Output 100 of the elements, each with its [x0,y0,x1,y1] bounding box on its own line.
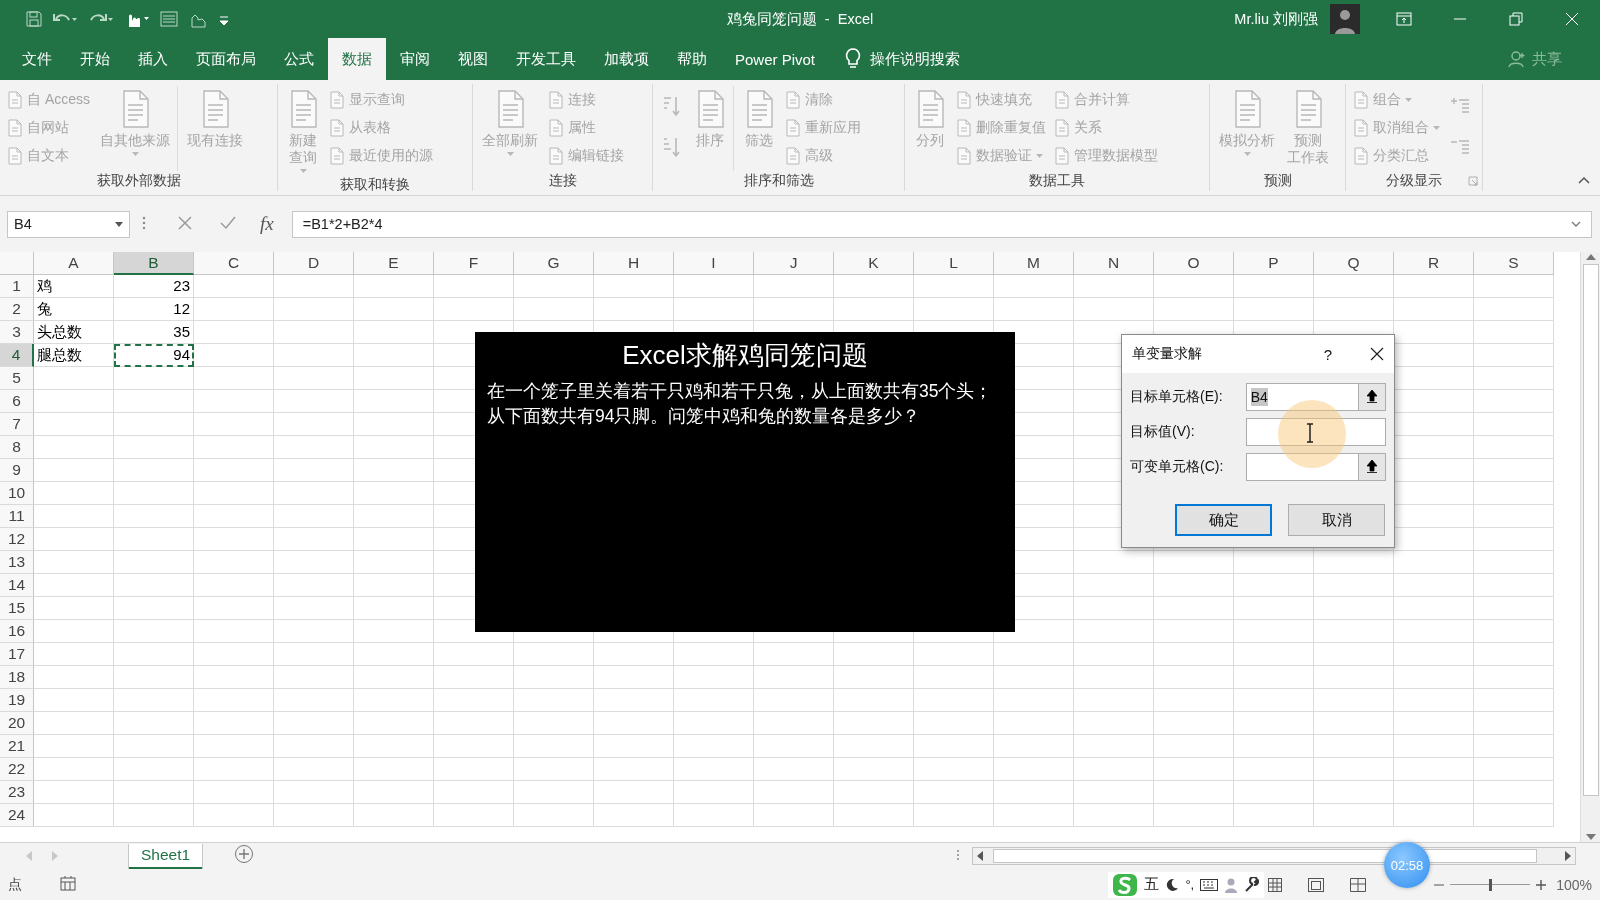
spreadsheet-cell[interactable] [354,804,434,827]
spreadsheet-cell[interactable] [274,712,354,735]
spreadsheet-cell[interactable] [1394,689,1474,712]
spreadsheet-cell[interactable] [194,712,274,735]
spreadsheet-cell[interactable] [514,804,594,827]
spreadsheet-cell[interactable] [194,298,274,321]
spreadsheet-cell[interactable] [1314,597,1394,620]
row-header[interactable]: 20 [0,712,34,735]
zoom-in-icon[interactable] [1536,879,1547,890]
row-header[interactable]: 13 [0,551,34,574]
spreadsheet-cell[interactable] [1074,712,1154,735]
spreadsheet-cell[interactable] [994,689,1074,712]
spreadsheet-cell[interactable] [34,666,114,689]
spreadsheet-cell[interactable] [514,689,594,712]
restore-icon[interactable] [1509,12,1523,26]
spreadsheet-cell[interactable] [114,735,194,758]
spreadsheet-cell[interactable] [1474,298,1554,321]
name-box[interactable]: B4 [7,210,130,238]
spreadsheet-cell[interactable] [1234,597,1314,620]
ribbon-tab[interactable]: 页面布局 [182,38,270,80]
spreadsheet-cell[interactable] [594,804,674,827]
row-header[interactable]: 9 [0,459,34,482]
spreadsheet-cell[interactable] [354,413,434,436]
spreadsheet-cell[interactable] [1474,551,1554,574]
spreadsheet-cell[interactable] [1074,804,1154,827]
spreadsheet-cell[interactable] [34,413,114,436]
spreadsheet-cell[interactable] [34,459,114,482]
row-header[interactable]: 8 [0,436,34,459]
spreadsheet-cell[interactable] [1074,643,1154,666]
spreadsheet-cell[interactable] [1394,551,1474,574]
spreadsheet-cell[interactable] [1474,367,1554,390]
spreadsheet-cell[interactable] [354,712,434,735]
spreadsheet-cell[interactable] [114,436,194,459]
spreadsheet-cell[interactable] [1314,275,1394,298]
spreadsheet-cell[interactable] [1394,804,1474,827]
spreadsheet-cell[interactable] [1474,804,1554,827]
spreadsheet-cell[interactable] [194,781,274,804]
ime-logo-icon[interactable] [1112,872,1139,897]
check-icon[interactable] [220,215,236,230]
spreadsheet-cell[interactable] [834,735,914,758]
spreadsheet-cell[interactable] [1234,574,1314,597]
spreadsheet-cell[interactable] [194,620,274,643]
spreadsheet-cell[interactable] [514,712,594,735]
row-header[interactable]: 11 [0,505,34,528]
spreadsheet-cell[interactable] [1074,781,1154,804]
spreadsheet-cell[interactable] [114,597,194,620]
spreadsheet-cell[interactable] [1234,689,1314,712]
row-header[interactable]: 1 [0,275,34,298]
spreadsheet-cell[interactable] [354,735,434,758]
form-icon[interactable] [160,11,178,27]
select-all-button[interactable] [0,252,34,275]
spreadsheet-cell[interactable] [274,528,354,551]
spreadsheet-cell[interactable] [1474,735,1554,758]
spreadsheet-cell[interactable] [1474,597,1554,620]
slider-thumb[interactable] [1489,878,1493,891]
scroll-up-icon[interactable] [1585,254,1596,260]
spreadsheet-cell[interactable] [354,275,434,298]
spreadsheet-cell[interactable] [1154,758,1234,781]
spreadsheet-cell[interactable] [354,597,434,620]
spreadsheet-cell[interactable] [434,712,514,735]
spreadsheet-cell[interactable] [274,505,354,528]
spreadsheet-cell[interactable] [1154,781,1234,804]
spreadsheet-cell[interactable] [1474,321,1554,344]
ribbon-tab[interactable]: 视图 [444,38,502,80]
spreadsheet-cell[interactable] [914,804,994,827]
spreadsheet-cell[interactable] [274,275,354,298]
spreadsheet-cell[interactable] [1074,666,1154,689]
zoom-out-icon[interactable] [1434,883,1445,886]
spreadsheet-cell[interactable] [1394,620,1474,643]
spreadsheet-cell[interactable] [754,804,834,827]
spreadsheet-cell[interactable] [1394,275,1474,298]
person-icon[interactable] [1224,876,1239,893]
spreadsheet-cell[interactable] [1394,574,1474,597]
spreadsheet-cell[interactable] [194,275,274,298]
spreadsheet-cell[interactable] [674,712,754,735]
spreadsheet-cell[interactable] [434,275,514,298]
spreadsheet-cell[interactable] [594,735,674,758]
spreadsheet-cell[interactable] [594,758,674,781]
spreadsheet-cell[interactable] [114,413,194,436]
ribbon-tab[interactable]: 帮助 [663,38,721,80]
macro-icon[interactable] [60,875,76,891]
spreadsheet-cell[interactable] [1074,275,1154,298]
close-icon[interactable] [1370,347,1384,361]
spreadsheet-cell[interactable] [274,321,354,344]
column-header[interactable]: Q [1314,252,1394,275]
add-sheet-icon[interactable] [234,844,255,864]
spreadsheet-cell[interactable] [914,275,994,298]
spreadsheet-cell[interactable] [274,597,354,620]
spreadsheet-cell[interactable] [1234,275,1314,298]
spreadsheet-cell[interactable] [434,758,514,781]
spreadsheet-cell[interactable] [754,666,834,689]
spreadsheet-cell[interactable] [1394,735,1474,758]
spreadsheet-cell[interactable] [1234,712,1314,735]
spreadsheet-cell[interactable] [1154,275,1234,298]
spreadsheet-cell[interactable] [834,804,914,827]
spreadsheet-cell[interactable] [34,643,114,666]
spreadsheet-cell[interactable] [1234,666,1314,689]
spreadsheet-cell[interactable] [1474,459,1554,482]
spreadsheet-cell[interactable] [34,574,114,597]
spreadsheet-cell[interactable] [114,505,194,528]
